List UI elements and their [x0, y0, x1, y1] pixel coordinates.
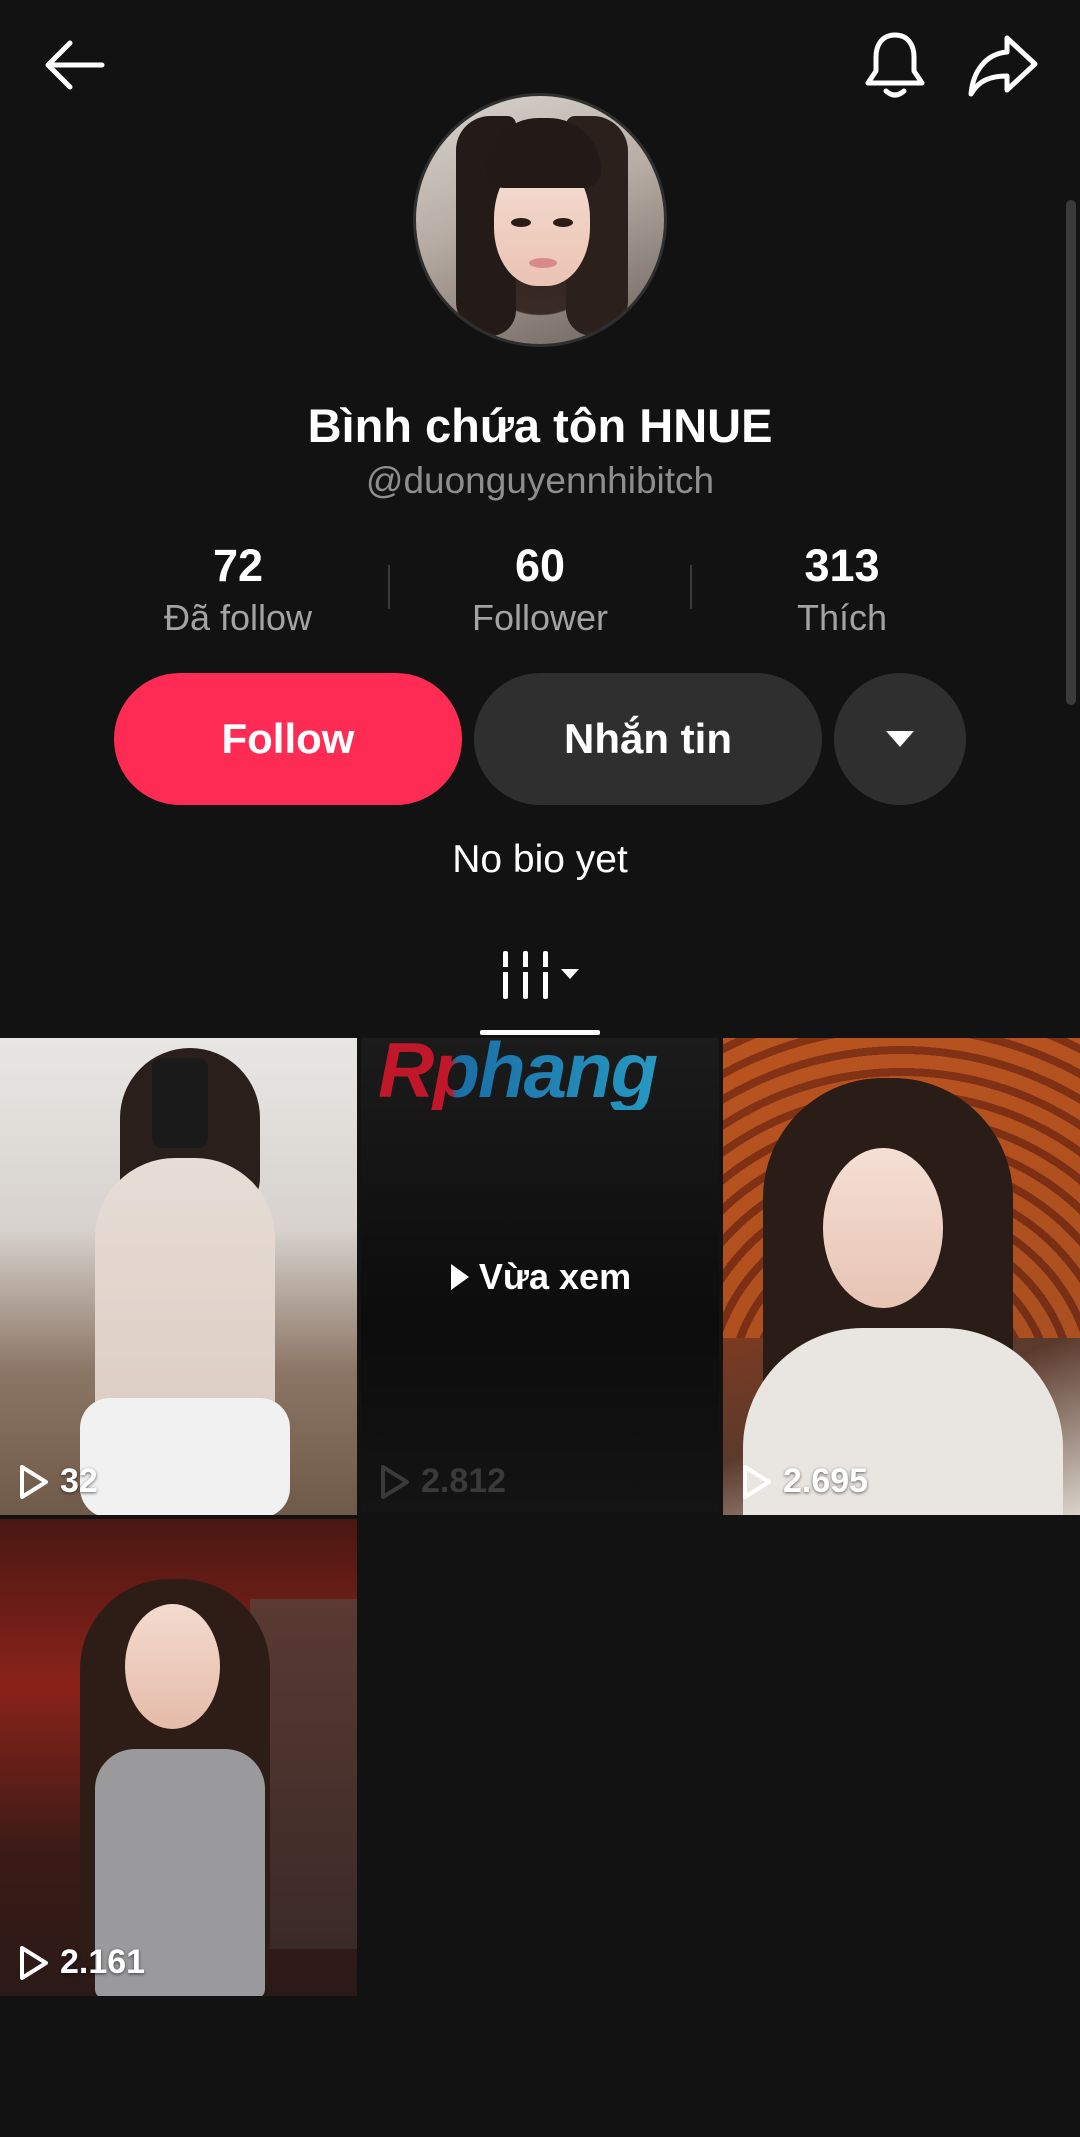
- stat-label: Follower: [471, 597, 609, 638]
- message-button[interactable]: Nhắn tin: [474, 673, 822, 805]
- play-icon: [450, 1264, 469, 1290]
- play-outline-icon: [743, 1464, 771, 1499]
- stat-following[interactable]: 72 Đã follow: [118, 540, 358, 640]
- stat-label: Thích: [796, 597, 888, 638]
- view-count: 2.161: [18, 1943, 145, 1982]
- play-outline-icon: [20, 1945, 48, 1980]
- avatar[interactable]: [413, 93, 667, 347]
- stat-label: Đã follow: [163, 597, 313, 638]
- stat-value: 72: [212, 540, 264, 591]
- thumbnail-figure: [80, 1398, 290, 1515]
- back-button[interactable]: [30, 25, 120, 105]
- stat-value: 313: [804, 540, 880, 591]
- view-count-text: 32: [60, 1462, 98, 1500]
- display-name: Bình chứa tôn HNUE: [307, 399, 773, 452]
- avatar-eye: [553, 218, 573, 227]
- stat-followers[interactable]: 60 Follower: [420, 540, 660, 640]
- tab-videos[interactable]: [480, 940, 600, 1010]
- share-arrow-icon: [968, 35, 1038, 96]
- share-button[interactable]: [958, 22, 1048, 107]
- grid-columns-icon: [497, 951, 579, 999]
- bio: No bio yet: [452, 838, 628, 881]
- recently-watched-text: Vừa xem: [478, 1256, 632, 1297]
- follow-button[interactable]: Follow: [114, 673, 462, 805]
- watermark-logo: Rphang: [378, 1030, 708, 1110]
- view-count: 2.695: [741, 1462, 868, 1501]
- avatar-eye: [511, 218, 531, 227]
- view-count: 32: [18, 1462, 98, 1501]
- play-outline-icon: [381, 1464, 409, 1499]
- arrow-left-icon: [45, 40, 105, 90]
- view-count-text: 2.161: [60, 1943, 146, 1981]
- bell-icon: [865, 32, 925, 97]
- view-count: 2.812: [379, 1462, 506, 1501]
- stat-value: 60: [514, 540, 566, 591]
- video-thumbnail[interactable]: 2.161: [0, 1519, 357, 1996]
- notification-button[interactable]: [855, 22, 935, 107]
- divider: [388, 565, 390, 609]
- stat-likes[interactable]: 313 Thích: [722, 540, 962, 640]
- suggestions-dropdown-button[interactable]: [834, 673, 966, 805]
- play-outline-icon: [20, 1464, 48, 1499]
- video-thumbnail[interactable]: 2.695: [723, 1038, 1080, 1515]
- caret-down-icon: [886, 731, 914, 747]
- username: @duonguyennhibitch: [365, 460, 715, 501]
- thumbnail-figure: [125, 1604, 220, 1729]
- avatar-lips: [529, 258, 557, 268]
- view-count-text: 2.812: [421, 1462, 507, 1500]
- profile-page: Bình chứa tôn HNUE @duonguyennhibitch 72…: [0, 0, 1080, 2137]
- video-thumbnail[interactable]: 32: [0, 1038, 357, 1515]
- recently-watched-label: Vừa xem: [361, 1256, 719, 1298]
- divider: [690, 565, 692, 609]
- thumbnail-figure: [152, 1058, 208, 1148]
- thumbnail-figure: [823, 1148, 943, 1308]
- view-count-text: 2.695: [783, 1462, 869, 1500]
